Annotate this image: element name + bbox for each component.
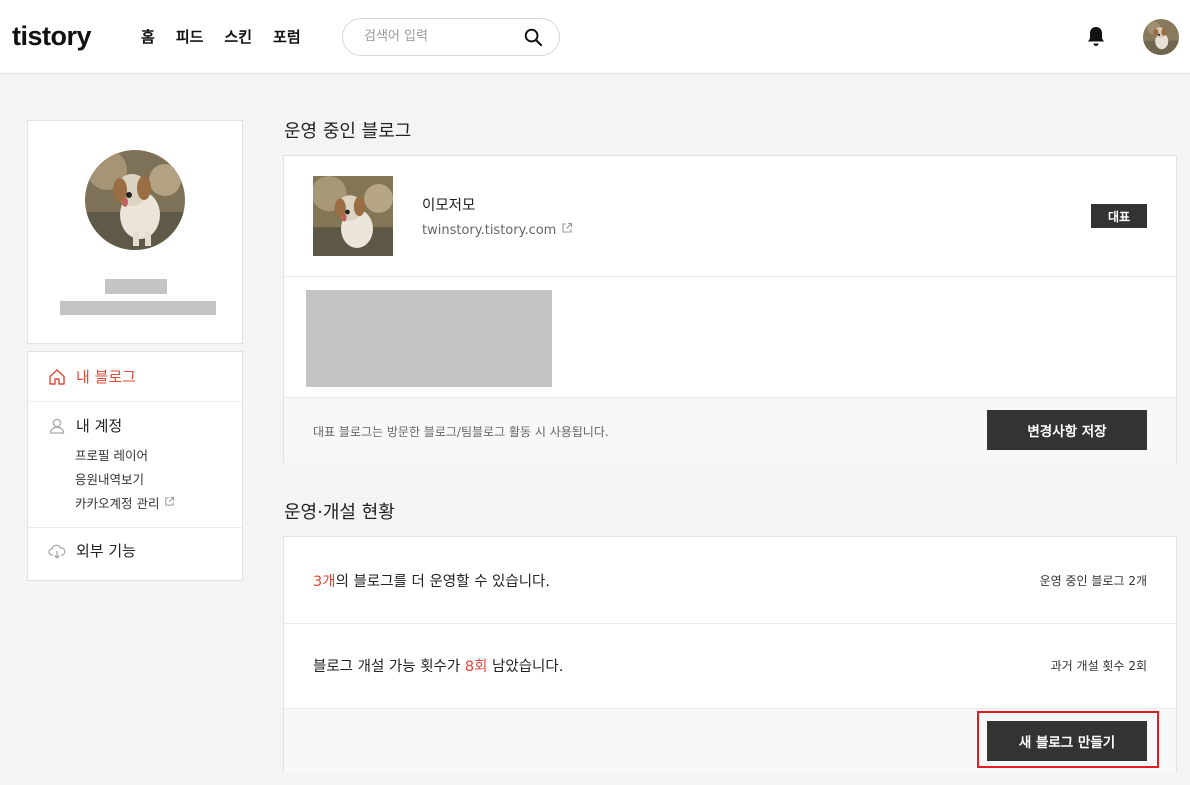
sidebar-menu: 내 블로그 내 계정 프로필 레이어 응원내역보기 카카오계정 관리 외부 기능 (27, 351, 243, 581)
past-creations-count: 과거 개설 횟수 2회 (1050, 659, 1147, 673)
search-box (342, 18, 560, 56)
profile-email-placeholder (60, 301, 216, 315)
remaining-creations-prefix: 블로그 개설 가능 횟수가 (313, 659, 465, 675)
sidebar-item-label: 내 블로그 (76, 368, 136, 386)
home-icon (48, 368, 66, 386)
sub-item-label: 카카오계정 관리 (75, 496, 160, 511)
sidebar-item-label: 내 계정 (76, 417, 123, 435)
blog-url-text: twinstory.tistory.com (422, 222, 557, 238)
operating-blogs-count: 운영 중인 블로그 2개 (1039, 574, 1147, 588)
status-card-footer: 새 블로그 만들기 (284, 708, 1176, 773)
bell-icon[interactable] (1086, 26, 1106, 52)
sub-item-profile-layer[interactable]: 프로필 레이어 (75, 445, 148, 464)
remaining-blogs-label: 의 블로그를 더 운영할 수 있습니다. (335, 574, 550, 590)
status-card: 3개의 블로그를 더 운영할 수 있습니다. 운영 중인 블로그 2개 블로그 … (283, 536, 1177, 773)
top-header: tistory 홈 피드 스킨 포럼 (0, 0, 1190, 74)
divider (284, 276, 1176, 277)
blog-thumbnail[interactable] (313, 176, 393, 256)
save-changes-button[interactable]: 변경사항 저장 (987, 410, 1147, 450)
search-input[interactable] (362, 28, 516, 45)
sidebar-item-my-account[interactable]: 내 계정 (48, 415, 122, 436)
divider (28, 527, 242, 528)
cloud-download-icon (48, 542, 66, 560)
blog-url-link[interactable]: twinstory.tistory.com (422, 222, 573, 238)
remaining-creations-count: 8회 (464, 659, 488, 675)
user-icon (48, 417, 66, 435)
search-icon[interactable] (524, 28, 543, 51)
representative-blog-note: 대표 블로그는 방문한 블로그/팀블로그 활동 시 사용됩니다. (313, 425, 609, 439)
remaining-blogs-text: 3개의 블로그를 더 운영할 수 있습니다. (313, 570, 550, 591)
new-blog-button[interactable]: 새 블로그 만들기 (987, 721, 1147, 761)
external-link-icon (164, 495, 175, 510)
sidebar-item-label: 외부 기능 (76, 542, 136, 560)
nav-forum[interactable]: 포럼 (273, 26, 301, 47)
user-avatar[interactable] (1143, 19, 1179, 55)
representative-badge: 대표 (1091, 204, 1147, 228)
nav-home[interactable]: 홈 (141, 26, 155, 47)
nav-feed[interactable]: 피드 (176, 26, 204, 47)
tistory-logo[interactable]: tistory (12, 21, 92, 52)
remaining-creations-text: 블로그 개설 가능 횟수가 8회 남았습니다. (313, 655, 563, 676)
sidebar-item-my-blog[interactable]: 내 블로그 (48, 366, 136, 387)
main-nav: 홈 피드 스킨 포럼 (141, 26, 322, 47)
profile-avatar (85, 150, 185, 250)
remaining-creations-suffix: 남았습니다. (487, 659, 564, 675)
section-title-blogs: 운영 중인 블로그 (284, 121, 412, 142)
sub-item-kakao-account[interactable]: 카카오계정 관리 (75, 493, 175, 512)
sub-item-support-history[interactable]: 응원내역보기 (75, 469, 144, 488)
profile-card (27, 120, 243, 344)
section-title-status: 운영·개설 현황 (284, 502, 395, 523)
remaining-blogs-count: 3개 (313, 574, 336, 590)
blog-card-footer: 대표 블로그는 방문한 블로그/팀블로그 활동 시 사용됩니다. 변경사항 저장 (284, 397, 1176, 463)
nav-skin[interactable]: 스킨 (224, 26, 252, 47)
redacted-placeholder (306, 290, 552, 387)
sidebar-item-external[interactable]: 외부 기능 (48, 540, 136, 561)
blog-name[interactable]: 이모저모 (422, 194, 475, 215)
external-link-icon (561, 222, 573, 238)
profile-name-placeholder (105, 279, 167, 294)
divider (28, 401, 242, 402)
blog-card: 이모저모 twinstory.tistory.com 대표 대표 블로그는 방문… (283, 155, 1177, 463)
divider (284, 623, 1176, 624)
